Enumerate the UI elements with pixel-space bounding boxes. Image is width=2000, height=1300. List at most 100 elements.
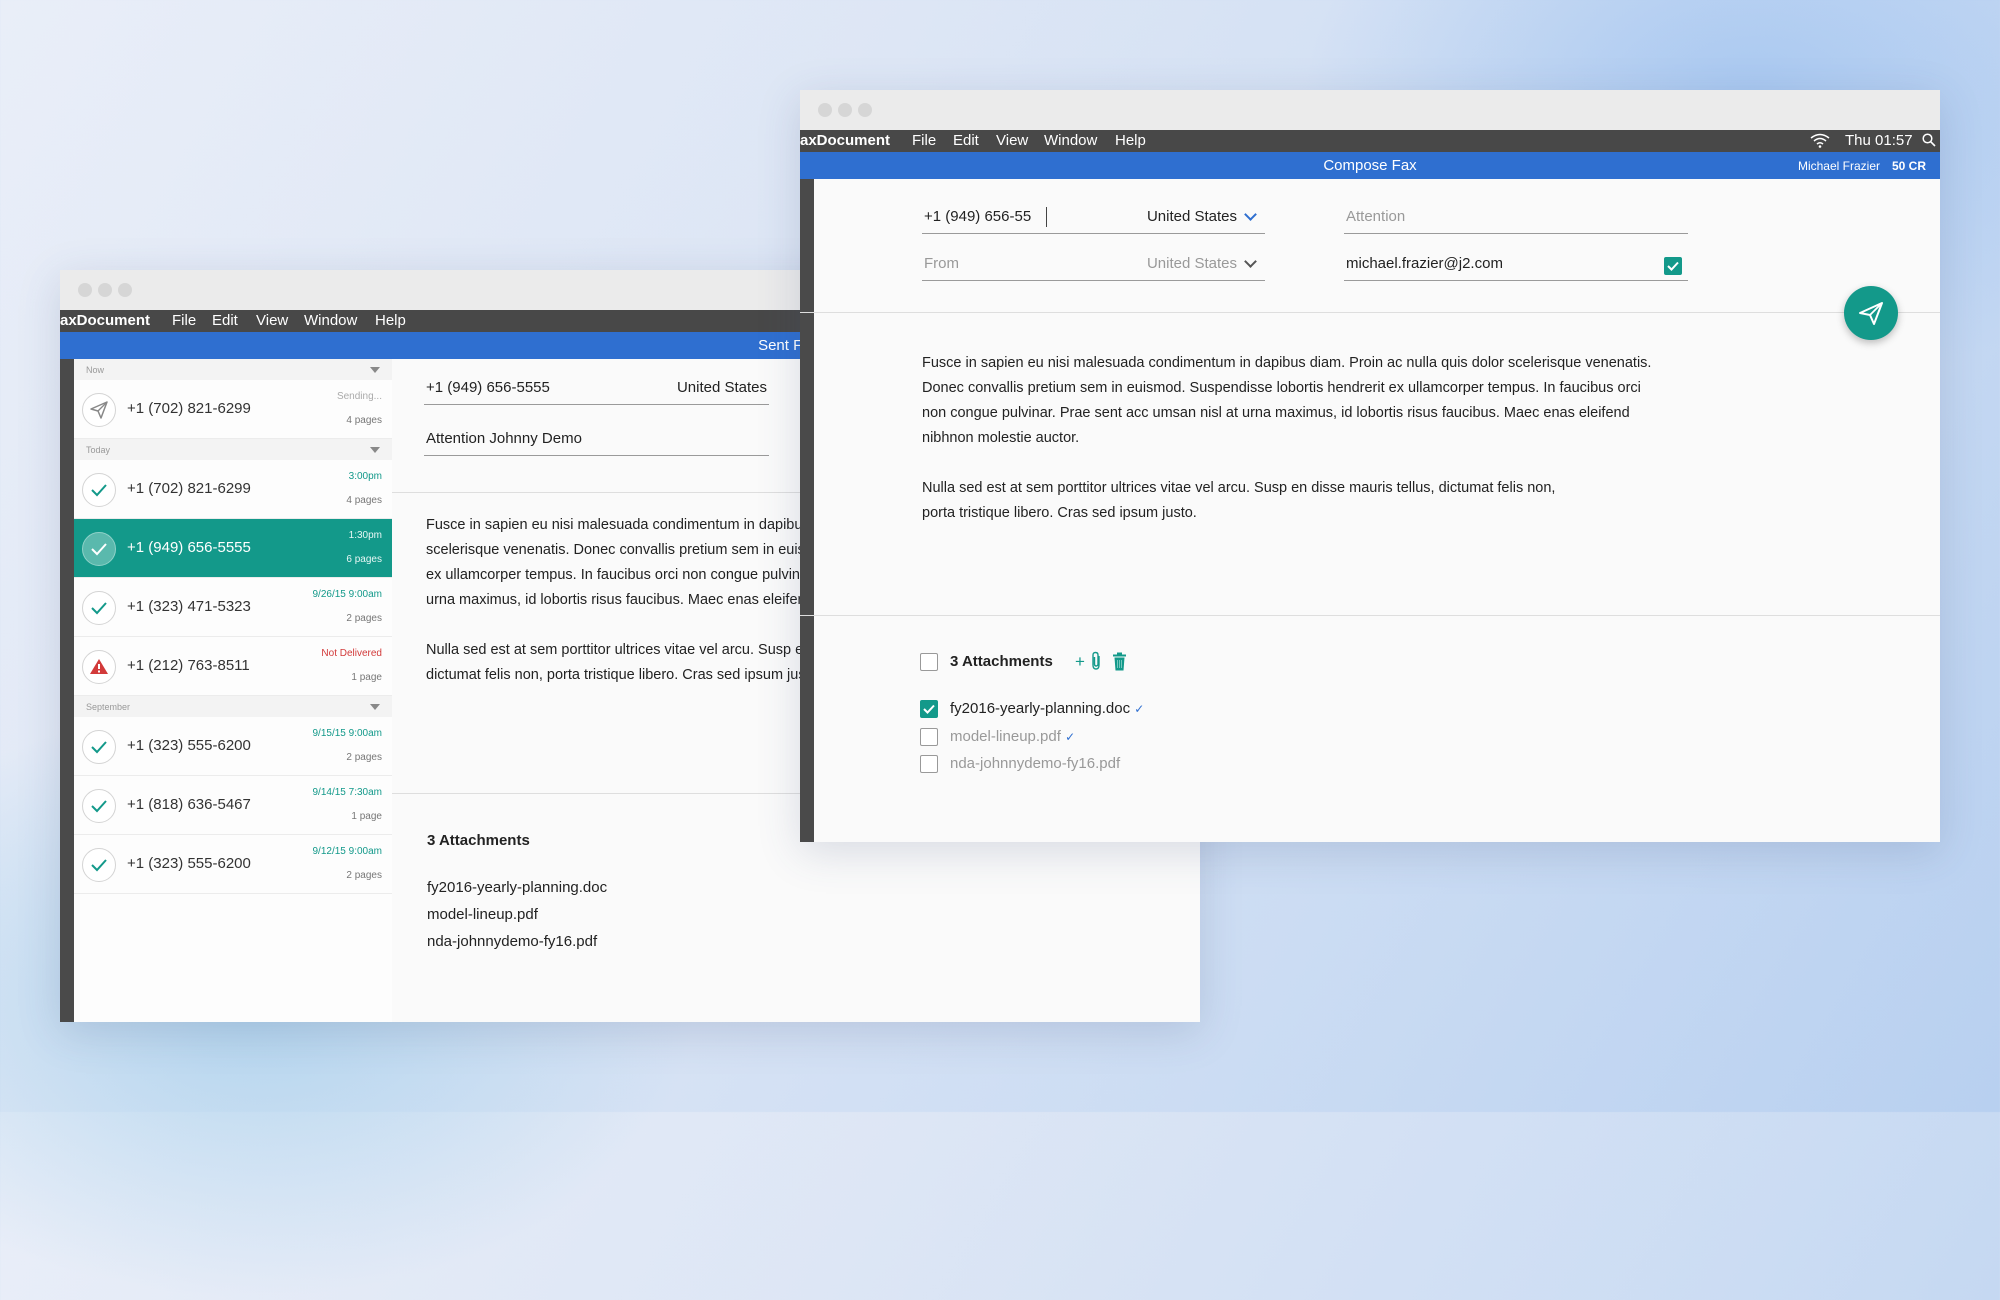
- attachment-file-link[interactable]: fy2016-yearly-planning.doc: [427, 879, 607, 896]
- attachments-title: 3 Attachments: [950, 653, 1053, 670]
- divider: [800, 312, 1940, 313]
- email-field[interactable]: michael.frazier@j2.com: [1344, 250, 1688, 281]
- add-attachment-button[interactable]: +: [1075, 651, 1102, 672]
- menu-help[interactable]: Help: [1115, 132, 1146, 149]
- section-label: Now: [86, 365, 105, 375]
- fax-list-item[interactable]: +1 (323) 555-6200 9/15/15 9:00am 2 pages: [74, 717, 392, 776]
- compose-fax-window: axDocument File Edit View Window Help Th…: [800, 90, 1940, 842]
- send-fax-button[interactable]: [1844, 286, 1898, 340]
- search-icon[interactable]: [1922, 133, 1936, 151]
- chevron-down-icon[interactable]: [1244, 208, 1257, 221]
- menu-edit[interactable]: Edit: [212, 312, 238, 329]
- menu-app-name[interactable]: axDocument: [60, 312, 150, 329]
- menu-view[interactable]: View: [996, 132, 1028, 149]
- select-all-attachments-checkbox[interactable]: [920, 653, 938, 671]
- attachments-title: 3 Attachments: [427, 832, 530, 849]
- window-titlebar[interactable]: [800, 90, 1940, 130]
- fax-number: +1 (212) 763-8511: [127, 657, 250, 674]
- chevron-down-icon[interactable]: [1244, 255, 1257, 268]
- fax-list-item[interactable]: +1 (323) 471-5323 9/26/15 9:00am 2 pages: [74, 578, 392, 637]
- attachment-name: nda-johnnydemo-fy16.pdf: [950, 755, 1121, 772]
- chevron-down-icon: [370, 704, 380, 710]
- text-cursor: [1046, 207, 1047, 227]
- fax-list-item[interactable]: +1 (702) 821-6299 3:00pm 4 pages: [74, 460, 392, 519]
- from-field: From United States: [922, 250, 1265, 281]
- close-window-button[interactable]: [818, 103, 832, 117]
- zoom-window-button[interactable]: [118, 283, 132, 297]
- attachment-file-item[interactable]: fy2016-yearly-planning.doc ✓: [950, 700, 1144, 717]
- fax-number: +1 (323) 471-5323: [127, 598, 251, 615]
- menu-file[interactable]: File: [172, 312, 196, 329]
- message-body-editor[interactable]: Fusce in sapien eu nisi malesuada condim…: [922, 351, 1651, 526]
- header-bar: Compose Fax Michael Frazier 50 CR: [800, 152, 1940, 179]
- left-strip: [800, 179, 814, 842]
- uploaded-check-icon: ✓: [1065, 730, 1076, 744]
- attachment-checkbox[interactable]: [920, 755, 938, 773]
- zoom-window-button[interactable]: [858, 103, 872, 117]
- uploaded-check-icon: ✓: [1134, 702, 1145, 716]
- section-label: September: [86, 702, 131, 712]
- attachment-checkbox[interactable]: [920, 700, 938, 718]
- left-strip: [60, 359, 74, 1022]
- fax-status: 9/12/15 9:00am: [312, 846, 383, 857]
- menu-file[interactable]: File: [912, 132, 936, 149]
- trash-icon[interactable]: [1112, 652, 1127, 676]
- check-icon: [82, 591, 116, 625]
- paperclip-icon: [1091, 651, 1100, 670]
- section-header-now[interactable]: Now: [74, 359, 392, 381]
- wifi-icon[interactable]: [1810, 133, 1830, 152]
- fax-pages: 4 pages: [346, 495, 382, 506]
- menu-window[interactable]: Window: [304, 312, 357, 329]
- detail-country: United States: [676, 379, 767, 396]
- detail-attention-field: Attention Johnny Demo: [424, 424, 769, 456]
- menu-view[interactable]: View: [256, 312, 288, 329]
- fax-list-item[interactable]: +1 (818) 636-5467 9/14/15 7:30am 1 page: [74, 776, 392, 835]
- fax-status: 9/15/15 9:00am: [312, 728, 383, 739]
- fax-list-item[interactable]: +1 (702) 821-6299 Sending... 4 pages: [74, 380, 392, 439]
- fax-list-item[interactable]: +1 (323) 555-6200 9/12/15 9:00am 2 pages: [74, 835, 392, 894]
- from-placeholder[interactable]: From: [924, 255, 959, 272]
- fax-number: +1 (323) 555-6200: [127, 737, 251, 754]
- menu-clock[interactable]: Thu 01:57: [1845, 132, 1913, 149]
- menu-edit[interactable]: Edit: [953, 132, 979, 149]
- minimize-window-button[interactable]: [98, 283, 112, 297]
- user-name[interactable]: Michael Frazier: [1798, 159, 1880, 173]
- body-line: Fusce in sapien eu nisi malesuada condim…: [922, 355, 1652, 371]
- body-line: porta tristique libero. Cras sed ipsum j…: [922, 505, 1197, 521]
- check-icon: [82, 730, 116, 764]
- fax-list-item-selected[interactable]: +1 (949) 656-5555 1:30pm 6 pages: [74, 519, 392, 578]
- attachment-file-item[interactable]: nda-johnnydemo-fy16.pdf: [950, 755, 1120, 772]
- check-icon: [82, 532, 116, 566]
- fax-status: 1:30pm: [348, 530, 382, 541]
- email-confirm-checkbox[interactable]: [1664, 257, 1682, 275]
- attention-field[interactable]: Attention: [1344, 203, 1688, 234]
- detail-number: +1 (949) 656-5555: [426, 379, 550, 396]
- menu-app-name[interactable]: axDocument: [800, 132, 890, 149]
- attention-placeholder: Attention: [1346, 208, 1406, 225]
- attachment-file-link[interactable]: model-lineup.pdf: [427, 906, 538, 923]
- to-country-select[interactable]: United States: [1147, 208, 1237, 225]
- fax-number: +1 (949) 656-5555: [127, 539, 251, 556]
- fax-number: +1 (702) 821-6299: [127, 400, 251, 417]
- menu-help[interactable]: Help: [375, 312, 406, 329]
- attachment-name: model-lineup.pdf: [950, 728, 1061, 745]
- close-window-button[interactable]: [78, 283, 92, 297]
- fax-pages: 2 pages: [346, 752, 382, 763]
- minimize-window-button[interactable]: [838, 103, 852, 117]
- section-header-september[interactable]: September: [74, 696, 392, 718]
- attachment-file-item[interactable]: model-lineup.pdf ✓: [950, 728, 1075, 745]
- from-country-select[interactable]: United States: [1147, 255, 1237, 272]
- check-icon: [82, 789, 116, 823]
- fax-pages: 1 page: [351, 672, 382, 683]
- fax-status: 9/14/15 7:30am: [312, 787, 383, 798]
- fax-pages: 6 pages: [346, 554, 382, 565]
- attachment-file-link[interactable]: nda-johnnydemo-fy16.pdf: [427, 933, 597, 950]
- fax-pages: 4 pages: [346, 415, 382, 426]
- section-header-today[interactable]: Today: [74, 439, 392, 461]
- to-number-input[interactable]: +1 (949) 656-55: [924, 208, 1031, 225]
- fax-list-item[interactable]: +1 (212) 763-8511 Not Delivered 1 page: [74, 637, 392, 696]
- menu-window[interactable]: Window: [1044, 132, 1097, 149]
- attachment-checkbox[interactable]: [920, 728, 938, 746]
- add-symbol: +: [1075, 652, 1085, 671]
- fax-status: 9/26/15 9:00am: [312, 589, 383, 600]
